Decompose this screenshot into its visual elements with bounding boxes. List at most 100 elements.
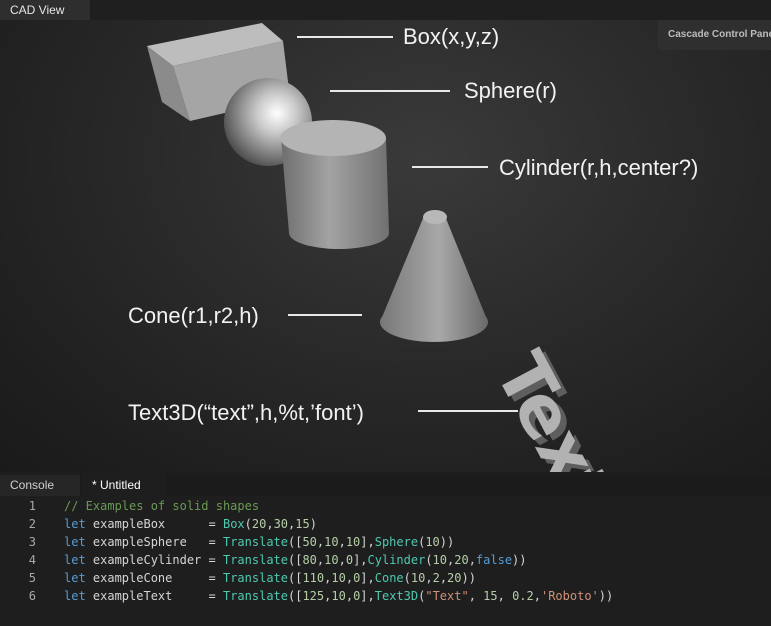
code-token: Box: [222, 517, 245, 531]
tab-cad-view[interactable]: CAD View: [0, 0, 90, 20]
code-token: 80: [302, 553, 317, 567]
box-label: Box(x,y,z): [403, 24, 500, 49]
code-token: exampleSphere =: [85, 535, 223, 549]
code-token: Cone: [374, 571, 404, 585]
code-text[interactable]: let exampleCylinder = Translate([80,10,0…: [64, 551, 527, 569]
code-line[interactable]: 1 // Examples of solid shapes: [0, 497, 771, 515]
code-token: ,: [497, 589, 513, 603]
code-token: ,: [468, 589, 484, 603]
cylinder-shape: [280, 120, 389, 249]
code-token: 10: [345, 535, 361, 549]
code-token: Translate: [222, 535, 288, 549]
box-leader-line: [297, 36, 393, 38]
code-token: 20: [454, 553, 469, 567]
extruded-text: Text: [479, 339, 629, 472]
code-text[interactable]: // Examples of solid shapes: [64, 497, 259, 515]
code-token: ],: [360, 535, 375, 549]
cad-viewport[interactable]: Text Text Box(x,y,z) Sphere(r) Cylinder(…: [0, 20, 771, 472]
code-token: (: [425, 553, 433, 567]
code-token: 10: [410, 571, 426, 585]
code-token: 'Roboto': [540, 589, 599, 603]
code-token: ,: [338, 535, 346, 549]
code-token: )): [512, 553, 527, 567]
code-token: let: [64, 553, 86, 567]
code-token: 15: [483, 589, 498, 603]
line-number: 2: [28, 517, 36, 531]
code-token: 15: [295, 517, 310, 531]
code-token: 10: [324, 535, 339, 549]
code-token: ,: [468, 553, 476, 567]
cylinder-label: Cylinder(r,h,center?): [499, 155, 699, 180]
code-token: ,: [266, 517, 274, 531]
code-token: ,: [345, 589, 354, 603]
code-token: 10: [324, 553, 339, 567]
code-token: ,: [533, 589, 541, 603]
code-token: exampleBox =: [85, 517, 223, 531]
code-text[interactable]: let exampleSphere = Translate([50,10,10]…: [64, 533, 454, 551]
code-token: (: [403, 571, 411, 585]
code-token: ],: [353, 553, 368, 567]
code-token: 50: [302, 535, 317, 549]
code-token: Sphere: [374, 535, 419, 549]
code-token: 30: [273, 517, 289, 531]
code-editor[interactable]: 1 // Examples of solid shapes 2 let example…: [0, 497, 771, 626]
cone-leader-line: [288, 314, 362, 316]
code-token: ,: [439, 571, 448, 585]
code-token: (: [244, 517, 252, 531]
line-number: 6: [28, 589, 36, 603]
code-token: ): [309, 517, 317, 531]
sphere-leader-line: [330, 90, 450, 92]
code-token: false: [475, 553, 513, 567]
code-token: Translate: [222, 553, 288, 567]
code-token: ([: [288, 535, 303, 549]
code-token: exampleCylinder =: [85, 553, 223, 567]
cone-shape: [380, 210, 488, 342]
editor-tab-bar: Console * Untitled: [0, 475, 771, 496]
code-token: 20: [251, 517, 267, 531]
sphere-label: Sphere(r): [464, 78, 557, 103]
code-token: let: [64, 571, 86, 585]
code-token: ],: [360, 571, 375, 585]
code-text[interactable]: let exampleBox = Box(20,30,15): [64, 515, 317, 533]
code-line[interactable]: 5 let exampleCone = Translate([110,10,0],…: [0, 569, 771, 587]
code-line[interactable]: 3 let exampleSphere = Translate([50,10,10…: [0, 533, 771, 551]
cad-tab-bar: CAD View: [0, 0, 771, 21]
code-text[interactable]: let exampleText = Translate([125,10,0],T…: [64, 587, 613, 605]
code-token: ([: [288, 571, 303, 585]
code-token: let: [64, 517, 86, 531]
code-token: 110: [302, 571, 325, 585]
text3d-leader-line: [418, 410, 518, 412]
code-token: 20: [447, 571, 462, 585]
text3d-label: Text3D(“text”,h,%t,’font’): [128, 400, 364, 425]
line-number: 1: [28, 499, 36, 513]
line-number: 3: [28, 535, 36, 549]
code-token: ([: [288, 589, 303, 603]
code-token: let: [64, 589, 86, 603]
cone-label: Cone(r1,r2,h): [128, 303, 259, 328]
code-token: )): [439, 535, 455, 549]
code-token: "Text": [425, 589, 469, 603]
code-token: 10: [425, 535, 440, 549]
cascade-control-panel[interactable]: Cascade Control Panel: [658, 20, 771, 50]
code-line[interactable]: 2 let exampleBox = Box(20,30,15): [0, 515, 771, 533]
code-line[interactable]: 4 let exampleCylinder = Translate([80,10,…: [0, 551, 771, 569]
code-token: exampleCone =: [85, 571, 223, 585]
code-token: ,: [425, 571, 433, 585]
code-text[interactable]: let exampleCone = Translate([110,10,0],C…: [64, 569, 476, 587]
code-token: 10: [331, 589, 346, 603]
code-token: 2: [432, 571, 440, 585]
code-token: let: [64, 535, 86, 549]
code-token: Cylinder: [367, 553, 426, 567]
tab-console[interactable]: Console: [0, 475, 80, 496]
code-token: Translate: [222, 589, 288, 603]
code-token: 125: [302, 589, 325, 603]
code-line[interactable]: 6 let exampleText = Translate([125,10,0],…: [0, 587, 771, 605]
text3d-shape: Text Text: [479, 339, 635, 472]
tab-untitled[interactable]: * Untitled: [82, 475, 166, 496]
code-token: ,: [345, 571, 354, 585]
code-token: 0.2: [512, 589, 534, 603]
code-token: 0: [345, 553, 354, 567]
line-number: 5: [28, 571, 36, 585]
cylinder-leader-line: [412, 166, 488, 168]
code-token: 10: [331, 571, 346, 585]
